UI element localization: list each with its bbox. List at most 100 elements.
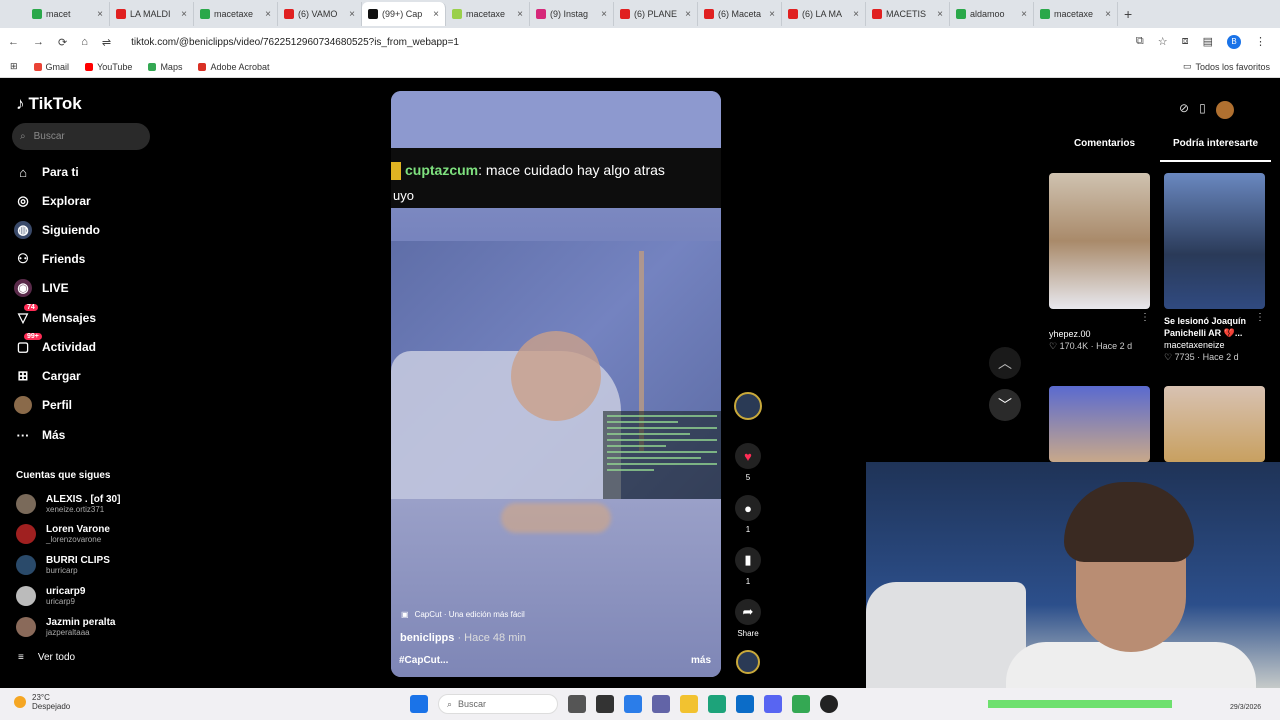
more-link[interactable]: más: [691, 655, 711, 666]
url-field[interactable]: tiktok.com/@beniclipps/video/76225129607…: [131, 37, 459, 48]
close-tab-icon[interactable]: ×: [265, 9, 271, 20]
tab-podria-interesarte[interactable]: Podría interesarte: [1160, 138, 1271, 162]
suggested-video-thumbnail[interactable]: [1164, 173, 1265, 309]
site-info-icon[interactable]: ⇌: [102, 36, 111, 49]
bookmark-maps[interactable]: Maps: [148, 62, 182, 72]
close-tab-icon[interactable]: ×: [517, 9, 523, 20]
card-menu-icon[interactable]: ⋮: [1140, 312, 1150, 323]
close-tab-icon[interactable]: ×: [685, 9, 691, 20]
back-icon[interactable]: ←: [8, 36, 19, 48]
following-account[interactable]: Loren Varone _lorenzovarone: [16, 524, 110, 544]
following-account[interactable]: Jazmin peralta jazperaltaaa: [16, 617, 115, 637]
suggested-video-thumbnail[interactable]: [1164, 386, 1265, 462]
browser-tab[interactable]: MACETIS ×: [866, 2, 950, 26]
browser-tab[interactable]: macetaxe ×: [446, 2, 530, 26]
close-tab-icon[interactable]: ×: [1105, 9, 1111, 20]
browser-tab[interactable]: (99+) Cap ×: [362, 2, 446, 26]
suggested-video-thumbnail[interactable]: [1049, 173, 1150, 309]
install-icon[interactable]: ⧉: [1136, 35, 1144, 49]
video-hashtag[interactable]: #CapCut...: [399, 655, 448, 666]
following-account[interactable]: BURRI CLIPS burricarp: [16, 555, 110, 575]
browser-tab[interactable]: LA MALDI ×: [110, 2, 194, 26]
new-tab-button[interactable]: +: [1124, 6, 1132, 22]
taskbar-search[interactable]: ⌕ Buscar: [438, 694, 558, 714]
chrome-icon[interactable]: [792, 695, 810, 713]
sidepanel-icon[interactable]: ▤: [1203, 35, 1213, 49]
app-icon[interactable]: [624, 695, 642, 713]
nav-siguiendo[interactable]: ◍ Siguiendo: [14, 221, 100, 239]
browser-tab[interactable]: (6) PLANE ×: [614, 2, 698, 26]
browser-tab[interactable]: (6) LA MA ×: [782, 2, 866, 26]
bookmark-youtube[interactable]: YouTube: [85, 62, 132, 72]
menu-icon[interactable]: ⋮: [1255, 35, 1266, 49]
comment-button[interactable]: ● 1: [733, 495, 763, 534]
forward-icon[interactable]: →: [33, 36, 44, 48]
following-account[interactable]: uricarp9 uricarp9: [16, 586, 85, 606]
bookmark-gmail[interactable]: Gmail: [33, 62, 69, 72]
browser-tab[interactable]: macet ×: [26, 2, 110, 26]
like-button[interactable]: ♥ 5: [733, 443, 763, 482]
store-icon[interactable]: [736, 695, 754, 713]
previous-video-button[interactable]: ︿: [989, 347, 1021, 379]
reload-icon[interactable]: ⟳: [58, 36, 67, 49]
nav-mas[interactable]: ··· Más: [14, 426, 66, 444]
close-tab-icon[interactable]: ×: [433, 9, 439, 20]
browser-tab[interactable]: (9) Instag ×: [530, 2, 614, 26]
see-all-link[interactable]: ≡ Ver todo: [18, 652, 75, 663]
save-button[interactable]: ▮ 1: [733, 547, 763, 586]
browser-tab[interactable]: macetaxe ×: [1034, 2, 1118, 26]
app-icon[interactable]: [596, 695, 614, 713]
suggested-video-thumbnail[interactable]: [1049, 386, 1150, 462]
close-tab-icon[interactable]: ×: [1021, 9, 1027, 20]
close-tab-icon[interactable]: ×: [853, 9, 859, 20]
video-player[interactable]: cuptazcum: mace cuidado hay algo atras u…: [391, 91, 721, 677]
search-input[interactable]: ⌕ Buscar: [12, 123, 150, 150]
card-menu-icon[interactable]: ⋮: [1255, 312, 1265, 323]
close-tab-icon[interactable]: ×: [181, 9, 187, 20]
discord-icon[interactable]: [764, 695, 782, 713]
creator-avatar[interactable]: [733, 392, 763, 420]
browser-tab[interactable]: aldamoo ×: [950, 2, 1034, 26]
edge-icon[interactable]: [708, 695, 726, 713]
share-button[interactable]: ➦ Share: [733, 599, 763, 638]
user-avatar[interactable]: [1215, 101, 1234, 119]
sound-avatar[interactable]: [733, 650, 763, 674]
apps-icon[interactable]: ⊞: [10, 61, 18, 72]
nav-explorar[interactable]: ◎ Explorar: [14, 192, 90, 210]
video-author[interactable]: beniclipps · Hace 48 min: [400, 632, 526, 644]
close-tab-icon[interactable]: ×: [601, 9, 607, 20]
home-icon[interactable]: ⌂: [81, 36, 88, 48]
browser-tab[interactable]: macetaxe ×: [194, 2, 278, 26]
nav-actividad[interactable]: ▢ 99+ Actividad: [14, 333, 96, 356]
bookmark-acrobat[interactable]: Adobe Acrobat: [198, 62, 270, 72]
profile-avatar[interactable]: B: [1227, 35, 1241, 49]
weather-widget[interactable]: 23°C Despejado: [14, 693, 70, 711]
capcut-label[interactable]: ▣ CapCut · Una edición más fácil: [401, 610, 525, 619]
obs-icon[interactable]: [820, 695, 838, 713]
following-account[interactable]: ALEXIS . [of 30] xeneize.ortiz371: [16, 494, 120, 514]
close-tab-icon[interactable]: ×: [97, 9, 103, 20]
taskview-icon[interactable]: [568, 695, 586, 713]
browser-tab[interactable]: (6) VAMO ×: [278, 2, 362, 26]
close-tab-icon[interactable]: ×: [349, 9, 355, 20]
nav-cargar[interactable]: ⊞ Cargar: [14, 367, 81, 385]
browser-tab[interactable]: (6) Maceta ×: [698, 2, 782, 26]
nav-friends[interactable]: ⚇ Friends: [14, 250, 85, 268]
close-tab-icon[interactable]: ×: [769, 9, 775, 20]
nav-mensajes[interactable]: ▽ 74 Mensajes: [14, 304, 96, 327]
nav-para-ti[interactable]: ⌂ Para ti: [14, 163, 79, 181]
tiktok-logo[interactable]: ♪ TikTok: [16, 94, 82, 114]
nav-live[interactable]: ◉ LIVE: [14, 279, 69, 297]
folder-icon[interactable]: [680, 695, 698, 713]
upload-cloud-icon[interactable]: ⊘: [1179, 101, 1189, 119]
next-video-button[interactable]: ﹀: [989, 389, 1021, 421]
tab-comentarios[interactable]: Comentarios: [1049, 138, 1160, 162]
start-icon[interactable]: [410, 695, 428, 713]
close-tab-icon[interactable]: ×: [937, 9, 943, 20]
phone-icon[interactable]: ▯: [1199, 101, 1206, 119]
star-icon[interactable]: ☆: [1158, 35, 1168, 49]
all-bookmarks[interactable]: ▭ Todos los favoritos: [1183, 61, 1280, 72]
teams-icon[interactable]: [652, 695, 670, 713]
extensions-icon[interactable]: ⧈: [1182, 35, 1189, 49]
nav-perfil[interactable]: Perfil: [14, 396, 72, 414]
